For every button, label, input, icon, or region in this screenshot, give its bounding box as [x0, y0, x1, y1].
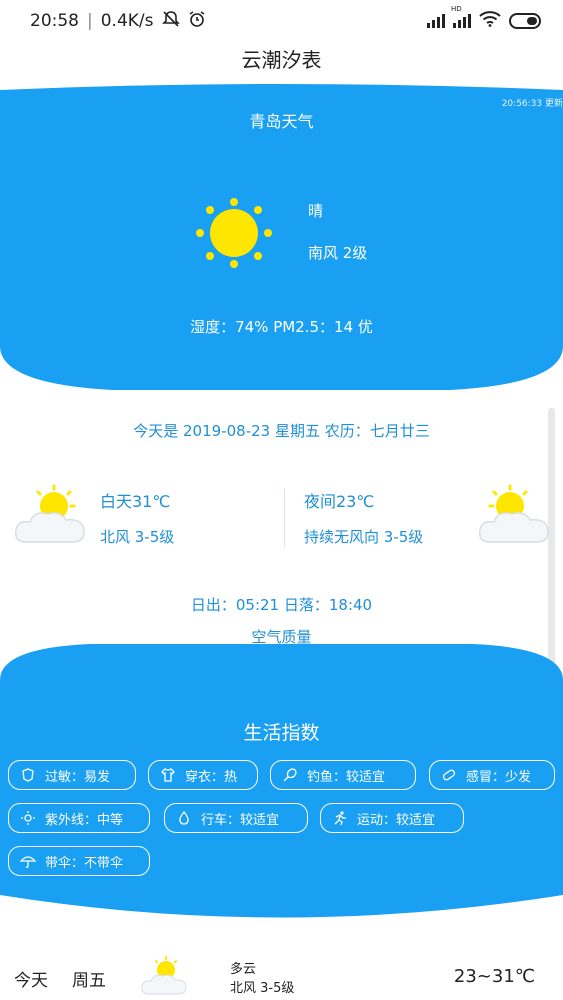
life-index-driving[interactable]: 行车：较适宜	[164, 803, 308, 833]
life-index-umbrella[interactable]: 带伞：不带伞	[8, 846, 150, 876]
signal-hd-icon: HD	[451, 5, 471, 28]
day-temperature: 白天31℃	[100, 492, 171, 511]
alarm-icon	[188, 10, 206, 33]
status-bar: 20:58 | 0.4K/s HD	[0, 0, 563, 42]
night-wind: 持续无风向 3-5级	[304, 528, 424, 546]
forecast-weekday: 周五	[72, 971, 106, 991]
panel-background	[0, 644, 563, 918]
current-condition: 晴	[308, 202, 324, 220]
forecast-condition: 多云	[230, 962, 257, 977]
app-title: 云潮汐表	[241, 48, 322, 72]
driving-icon	[175, 809, 193, 827]
night-temperature: 夜间23℃	[304, 492, 375, 511]
humidity-pm25: 湿度：74% PM2.5：14 优	[190, 318, 373, 336]
status-time: 20:58	[30, 11, 79, 31]
mute-icon	[161, 10, 180, 33]
life-index-allergy[interactable]: 过敏：易发	[8, 760, 136, 790]
life-index-clothing[interactable]: 穿衣：热	[148, 760, 258, 790]
sunrise-sunset: 日出：05:21 日落：18:40	[190, 596, 373, 614]
allergy-icon	[19, 766, 37, 784]
battery-icon	[509, 13, 541, 29]
cold-icon	[440, 766, 458, 784]
life-index-label: 运动：较适宜	[357, 812, 436, 828]
forecast-row[interactable]: 今天 周五 多云 北风 3-5级 23~31℃	[0, 950, 563, 1000]
hd-badge: HD	[451, 5, 462, 13]
life-index-label: 带伞：不带伞	[45, 855, 124, 871]
forecast-wind: 北风 3-5级	[230, 981, 295, 996]
clothing-icon	[159, 766, 177, 784]
forecast-day-label: 今天	[14, 971, 48, 991]
life-index-title: 生活指数	[243, 722, 320, 744]
date-line: 今天是 2019-08-23 星期五 农历：七月廿三	[133, 422, 430, 440]
life-index-uv[interactable]: 紫外线：中等	[8, 803, 150, 833]
life-index-sport[interactable]: 运动：较适宜	[320, 803, 464, 833]
life-index-label: 行车：较适宜	[201, 812, 280, 828]
forecast-temperature-range: 23~31℃	[453, 966, 535, 987]
umbrella-icon	[19, 852, 37, 870]
wifi-icon	[479, 10, 501, 32]
life-index-fishing[interactable]: 钓鱼：较适宜	[270, 760, 416, 790]
day-wind: 北风 3-5级	[100, 528, 175, 546]
life-index-cold[interactable]: 感冒：少发	[429, 760, 555, 790]
life-index-label: 过敏：易发	[45, 769, 111, 785]
day-partly-cloudy-icon	[12, 484, 88, 550]
sun-icon	[188, 196, 278, 274]
status-separator: |	[87, 11, 93, 31]
status-network-speed: 0.4K/s	[100, 11, 154, 31]
life-index-panel	[0, 640, 563, 940]
fishing-icon	[281, 766, 299, 784]
current-wind: 南风 2级	[308, 244, 368, 262]
life-index-label: 钓鱼：较适宜	[307, 769, 386, 785]
day-night-divider	[284, 488, 285, 548]
night-partly-cloudy-icon	[476, 484, 552, 550]
sport-icon	[331, 809, 349, 827]
life-index-label: 感冒：少发	[466, 769, 532, 785]
uv-icon	[19, 809, 37, 827]
partly-cloudy-icon	[140, 956, 188, 1000]
signal-icon	[427, 14, 445, 28]
city-name: 青岛天气	[249, 112, 314, 131]
life-index-label: 紫外线：中等	[45, 812, 124, 828]
life-index-label: 穿衣：热	[185, 769, 238, 785]
